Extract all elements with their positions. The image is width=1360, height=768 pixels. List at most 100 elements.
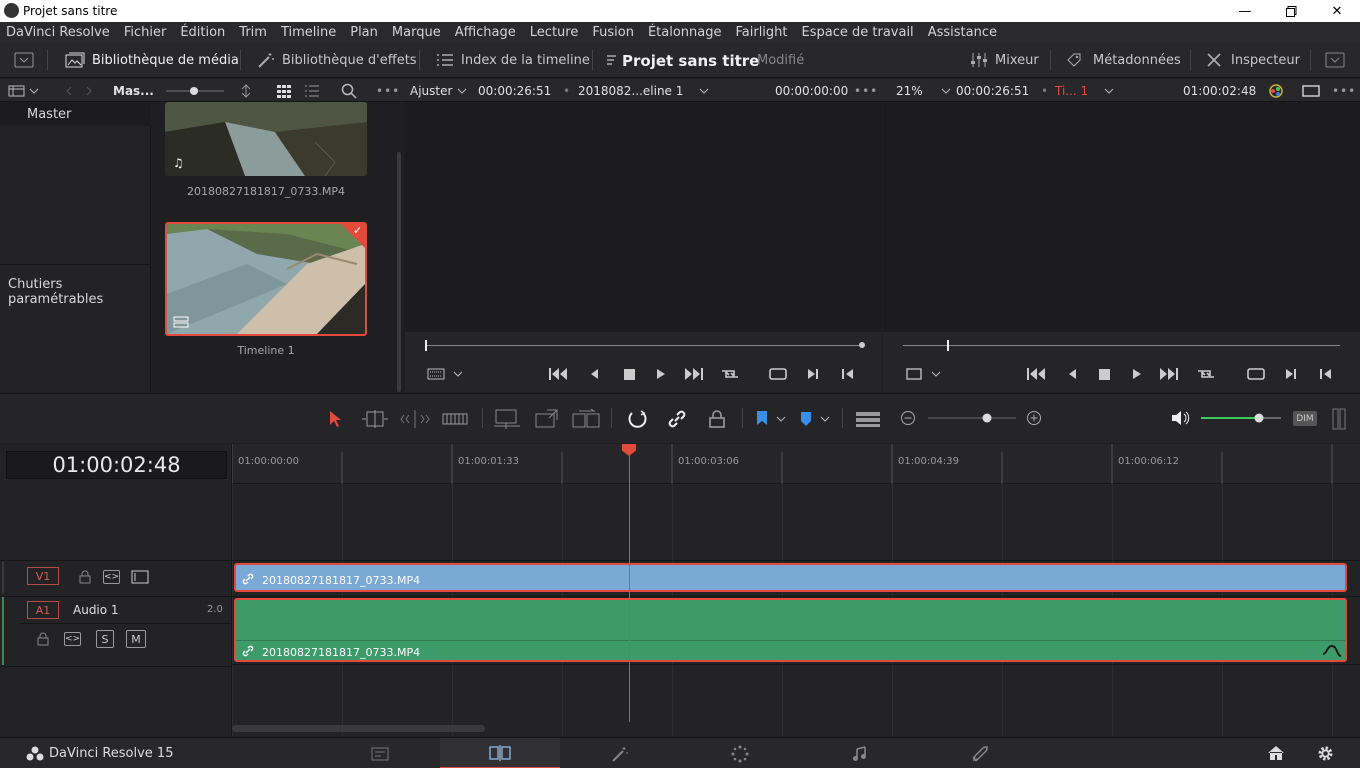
media-pool-scrollbar[interactable]: [397, 152, 401, 392]
timeline-zoom-slider[interactable]: [926, 410, 1018, 426]
grid-view-icon[interactable]: [276, 79, 292, 102]
mixer-button[interactable]: Mixeur: [970, 42, 1039, 78]
clip-thumbnail-timeline[interactable]: ✓: [165, 222, 367, 336]
edit-page-icon[interactable]: [440, 738, 560, 768]
audio-lock-icon[interactable]: [36, 632, 50, 646]
dynamic-trim-icon[interactable]: [400, 410, 430, 428]
metadata-button[interactable]: Métadonnées: [1066, 42, 1181, 78]
selection-tool-icon[interactable]: [327, 410, 343, 428]
menu-plan[interactable]: Plan: [350, 25, 378, 40]
media-page-icon[interactable]: [320, 738, 440, 768]
speaker-icon[interactable]: [1171, 410, 1191, 426]
menu-espace-de-travail[interactable]: Espace de travail: [802, 25, 914, 40]
audio-channels: 2.0: [207, 604, 223, 615]
menu-fairlight[interactable]: Fairlight: [735, 25, 787, 40]
timeline-more-icon[interactable]: •••: [1332, 79, 1356, 102]
menu-trim[interactable]: Trim: [239, 25, 267, 40]
home-icon[interactable]: [1267, 745, 1285, 761]
thumbnail-size-slider[interactable]: [162, 79, 228, 102]
track-label-a1[interactable]: A1: [27, 601, 59, 619]
audio-clip[interactable]: 20180827181817_0733.MP4: [234, 598, 1347, 662]
audio-auto-select-icon[interactable]: <>: [64, 632, 81, 646]
source-more-icon[interactable]: •••: [854, 79, 878, 102]
auto-select-icon[interactable]: <>: [103, 570, 120, 584]
volume-curve-icon[interactable]: [1322, 644, 1342, 658]
timeline-dropdown[interactable]: Ti... 1: [1055, 79, 1116, 102]
timeline-view-options-icon[interactable]: [905, 366, 943, 382]
fairlight-page-icon[interactable]: [800, 738, 920, 768]
sort-icon[interactable]: [238, 79, 254, 102]
color-page-icon[interactable]: [680, 738, 800, 768]
insert-clip-icon[interactable]: [493, 408, 521, 430]
dim-button[interactable]: DIM: [1293, 411, 1317, 426]
overwrite-clip-icon[interactable]: [533, 408, 561, 430]
timeline-ruler[interactable]: 01:00:00:00 01:00:01:33 01:00:03:06 01:0…: [232, 444, 1360, 484]
deliver-page-icon[interactable]: [920, 738, 1040, 768]
menu-marque[interactable]: Marque: [392, 25, 441, 40]
color-picker-icon[interactable]: [1266, 79, 1286, 102]
timeline-horizontal-scrollbar[interactable]: [232, 725, 485, 732]
close-button[interactable]: ✕: [1314, 0, 1360, 22]
source-view-options-icon[interactable]: [427, 366, 465, 382]
menu-fichier[interactable]: Fichier: [124, 25, 167, 40]
menu-affichage[interactable]: Affichage: [455, 25, 516, 40]
bin-list-toggle-icon[interactable]: [8, 79, 40, 102]
lock-icon[interactable]: [78, 570, 92, 584]
list-view-icon[interactable]: [304, 79, 320, 102]
menu-fusion[interactable]: Fusion: [592, 25, 634, 40]
track-label-v1[interactable]: V1: [27, 567, 59, 585]
smart-bins-header[interactable]: Chutiers paramétrables: [0, 264, 151, 307]
maximize-button[interactable]: [1268, 0, 1314, 22]
source-clip-dropdown[interactable]: 2018082...eline 1: [578, 79, 711, 102]
blade-tool-icon[interactable]: [442, 410, 468, 428]
timeline-scrubber[interactable]: [903, 345, 1340, 346]
timeline-track-area[interactable]: 20180827181817_0733.MP4 20180827181817_0…: [232, 484, 1360, 736]
zoom-dropdown[interactable]: 21%: [896, 79, 953, 102]
panel-right-toggle-button[interactable]: [1325, 42, 1352, 78]
menu-etalonnage[interactable]: Étalonnage: [648, 25, 722, 40]
source-scrubber[interactable]: [425, 345, 863, 346]
media-pool-button[interactable]: Bibliothèque de média: [65, 42, 239, 78]
menu-lecture[interactable]: Lecture: [530, 25, 579, 40]
menu-davinci-resolve[interactable]: DaVinci Resolve: [6, 25, 110, 40]
clip-thumbnail-video[interactable]: ♫: [165, 102, 367, 176]
audio-meter-icon[interactable]: [1332, 408, 1346, 430]
timeline-viewer-playhead[interactable]: [947, 340, 949, 351]
menu-edition[interactable]: Édition: [180, 25, 225, 40]
timeline-timecode-display[interactable]: 01:00:02:48: [6, 451, 227, 479]
ruler-label: 01:00:06:12: [1118, 456, 1180, 467]
zoom-in-icon[interactable]: [1026, 410, 1042, 426]
video-clip[interactable]: 20180827181817_0733.MP4: [234, 563, 1347, 592]
more-options-icon[interactable]: •••: [376, 79, 400, 102]
timeline-view-icon[interactable]: [855, 410, 881, 428]
bin-master[interactable]: Master: [0, 102, 151, 126]
search-icon[interactable]: [341, 79, 357, 102]
minimize-button[interactable]: —: [1222, 0, 1268, 22]
trim-tool-icon[interactable]: [360, 410, 390, 428]
menu-timeline[interactable]: Timeline: [281, 25, 336, 40]
snapping-icon[interactable]: [628, 409, 648, 429]
inspector-button[interactable]: Inspecteur: [1206, 42, 1300, 78]
flag-icon[interactable]: [755, 410, 787, 428]
replace-clip-icon[interactable]: [571, 408, 601, 430]
marker-icon[interactable]: [799, 410, 831, 428]
viewer-mode-icon[interactable]: [1302, 79, 1320, 102]
gear-icon[interactable]: [1317, 745, 1334, 762]
volume-slider[interactable]: [1199, 410, 1283, 426]
fusion-page-icon[interactable]: [560, 738, 680, 768]
source-playhead[interactable]: [425, 340, 427, 351]
video-toggle-icon[interactable]: [131, 570, 149, 584]
zoom-out-icon[interactable]: [900, 410, 916, 426]
position-lock-icon[interactable]: [707, 409, 727, 429]
effects-library-button[interactable]: Bibliothèque d'effets: [257, 42, 417, 78]
fit-dropdown[interactable]: Ajuster: [410, 79, 469, 102]
back-icon[interactable]: [62, 79, 96, 102]
linked-selection-icon[interactable]: [667, 409, 687, 429]
mute-button[interactable]: M: [126, 630, 146, 648]
audio-track-name[interactable]: Audio 1: [73, 603, 119, 617]
menu-assistance[interactable]: Assistance: [928, 25, 997, 40]
timeline-index-button[interactable]: Index de la timeline: [436, 42, 590, 78]
bin-breadcrumb[interactable]: Mas...: [113, 79, 154, 102]
panel-toggle-button[interactable]: [14, 42, 41, 78]
solo-button[interactable]: S: [96, 630, 114, 648]
